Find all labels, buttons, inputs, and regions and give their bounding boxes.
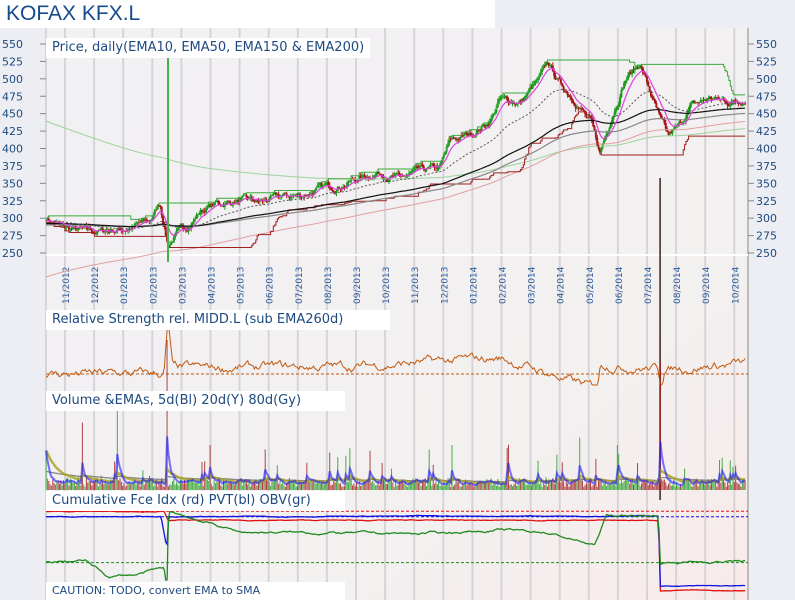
month-tick-label: 08/2013 bbox=[324, 267, 334, 304]
price-tick-right: 400 bbox=[756, 143, 777, 156]
month-tick-label: 02/2014 bbox=[499, 266, 509, 304]
month-tick-label: 11/2013 bbox=[411, 267, 421, 304]
price-tick-right: 550 bbox=[756, 38, 777, 51]
price-tick-right: 425 bbox=[756, 125, 777, 138]
month-tick-label: 06/2013 bbox=[266, 267, 276, 304]
volume-panel-label: Volume &EMAs, 5d(Bl) 20d(Y) 80d(Gy) bbox=[46, 391, 345, 411]
month-tick-label: 10/2014 bbox=[731, 266, 741, 304]
month-tick-label: 05/2013 bbox=[237, 267, 247, 304]
price-tick-right: 325 bbox=[756, 195, 777, 208]
month-tick-label: 04/2013 bbox=[208, 267, 218, 304]
price-tick-right: 525 bbox=[756, 55, 777, 68]
price-tick-left: 500 bbox=[2, 73, 23, 86]
price-tick-left: 300 bbox=[2, 212, 23, 225]
month-tick-label: 01/2014 bbox=[469, 266, 479, 304]
price-tick-right: 375 bbox=[756, 160, 777, 173]
price-tick-left: 450 bbox=[2, 108, 23, 121]
rs-panel-label: Relative Strength rel. MIDD.L (sub EMA26… bbox=[46, 310, 390, 330]
month-tick-label: 02/2013 bbox=[149, 267, 159, 304]
price-tick-left: 425 bbox=[2, 125, 23, 138]
month-tick-label: 04/2014 bbox=[557, 266, 567, 304]
month-tick-label: 07/2014 bbox=[644, 266, 654, 304]
price-tick-left: 350 bbox=[2, 177, 23, 190]
price-tick-right: 300 bbox=[756, 212, 777, 225]
caution-note: CAUTION: TODO, convert EMA to SMA bbox=[46, 582, 345, 600]
page-title: KOFAX KFX.L bbox=[0, 0, 495, 28]
price-tick-left: 250 bbox=[2, 247, 23, 260]
price-panel-label: Price, daily(EMA10, EMA50, EMA150 & EMA2… bbox=[46, 38, 371, 58]
month-tick-label: 03/2014 bbox=[528, 266, 538, 304]
month-tick-label: 06/2014 bbox=[615, 266, 625, 304]
price-tick-left: 325 bbox=[2, 195, 23, 208]
month-tick-label: 03/2013 bbox=[178, 267, 188, 304]
price-tick-left: 275 bbox=[2, 230, 23, 243]
price-tick-right: 475 bbox=[756, 90, 777, 103]
price-tick-right: 275 bbox=[756, 230, 777, 243]
price-tick-left: 400 bbox=[2, 143, 23, 156]
price-tick-left: 475 bbox=[2, 90, 23, 103]
price-tick-right: 450 bbox=[756, 108, 777, 121]
cumulative-panel-label: Cumulative Fce Idx (rd) PVT(bl) OBV(gr) bbox=[46, 491, 345, 511]
month-tick-label: 01/2013 bbox=[120, 267, 130, 304]
price-tick-left: 375 bbox=[2, 160, 23, 173]
month-tick-label: 09/2013 bbox=[353, 267, 363, 304]
month-tick-label: 12/2013 bbox=[440, 267, 450, 304]
price-tick-right: 250 bbox=[756, 247, 777, 260]
month-tick-label: 10/2013 bbox=[382, 267, 392, 304]
price-tick-right: 350 bbox=[756, 177, 777, 190]
month-tick-label: 09/2014 bbox=[702, 266, 712, 304]
month-tick-label: 08/2014 bbox=[673, 266, 683, 304]
price-tick-left: 525 bbox=[2, 55, 23, 68]
month-tick-label: 12/2012 bbox=[91, 267, 101, 304]
month-tick-label: 05/2014 bbox=[586, 266, 596, 304]
month-tick-label: 07/2013 bbox=[295, 267, 305, 304]
price-tick-right: 500 bbox=[756, 73, 777, 86]
price-tick-left: 550 bbox=[2, 38, 23, 51]
